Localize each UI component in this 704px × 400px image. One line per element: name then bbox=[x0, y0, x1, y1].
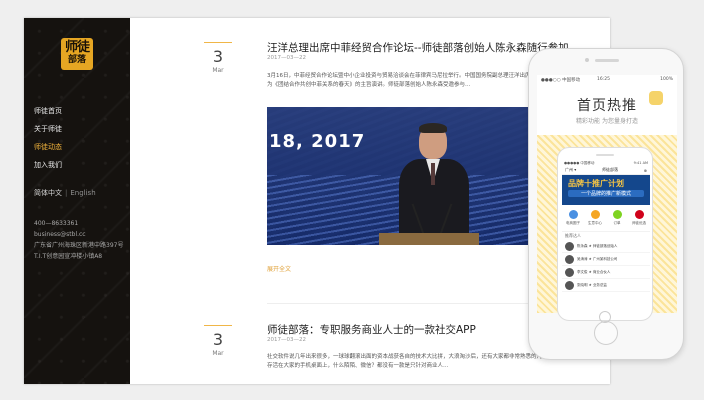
feature-label: 订单 bbox=[613, 221, 621, 225]
feature-label: 生意中心 bbox=[588, 221, 602, 225]
logo-text-bottom: 部落 bbox=[67, 55, 86, 65]
lang-english[interactable]: English bbox=[70, 189, 95, 197]
avatar bbox=[565, 280, 574, 290]
list-item-text: 吴涛涛 ★ 广州某科技公司 bbox=[577, 256, 618, 261]
inner-phone-speaker bbox=[596, 154, 614, 156]
post-excerpt: 3月16日，中菲经贸合作论坛暨中小企业投资与贸易洽谈会在菲律宾马尼拉举行。中国国… bbox=[267, 73, 564, 88]
contact-address-line2: T.I.T创意园宣冲楼小镇A8 bbox=[34, 253, 103, 260]
podium bbox=[379, 233, 479, 245]
inner-time: 9:41 AM bbox=[633, 161, 648, 165]
post-time: 2017—03—22 bbox=[267, 337, 306, 343]
speaker-tie bbox=[431, 163, 435, 185]
logo-text-top: 师徒 bbox=[64, 40, 90, 55]
photo-banner-text: 18, 2017 bbox=[269, 131, 366, 152]
list-item[interactable]: 吴涛涛 ★ 广州某科技公司 bbox=[562, 253, 650, 266]
feature-selection[interactable]: 师徒优选 bbox=[631, 210, 647, 226]
language-switcher: 简体中文 | English bbox=[34, 188, 96, 198]
post-title[interactable]: 汪洋总理出席中菲经贸合作论坛--师徒部落创始人陈永森随行参加 bbox=[267, 40, 569, 55]
inner-carrier: ●●●●● 中国移动 bbox=[564, 161, 595, 165]
app-title: 师徒部落 bbox=[601, 167, 618, 172]
post-time: 2017—03—22 bbox=[267, 55, 306, 61]
banner-tagline: 一个品牌的推广新模式 bbox=[568, 190, 644, 197]
status-time: 16:25 bbox=[597, 77, 610, 82]
post-title[interactable]: 师徒部落：专职服务商业人士的一款社交APP bbox=[267, 322, 476, 337]
carrier-signal: ●●●○○ 中国移动 bbox=[541, 78, 581, 83]
inner-phone-mockup: ●●●●● 中国移动 9:41 AM 广州 ▾ 师徒部落 ⊕ 品牌十推广计划 一… bbox=[557, 147, 653, 323]
phone-speaker bbox=[595, 59, 619, 62]
post-photo[interactable]: 18, 2017 bbox=[267, 107, 549, 245]
banner-headline: 品牌十推广计划 bbox=[568, 179, 624, 188]
read-more-link[interactable]: 展开全文 bbox=[267, 264, 291, 273]
list-item[interactable]: 张晓明 ★ 业务总监 bbox=[562, 279, 650, 292]
post-month: Mar bbox=[212, 67, 224, 74]
feature-orders[interactable]: 订单 bbox=[609, 210, 625, 226]
feature-ecommerce[interactable]: 电商圈子 bbox=[565, 210, 581, 226]
post-day: 3 bbox=[212, 330, 224, 349]
list-item-text: 李文俊 ★ 商业合伙人 bbox=[577, 269, 611, 274]
phone-camera bbox=[585, 58, 589, 62]
city-selector[interactable]: 广州 ▾ bbox=[565, 167, 576, 173]
contact-phone: 400—8633361 bbox=[34, 220, 79, 227]
speaker-hair bbox=[419, 123, 447, 133]
avatar bbox=[565, 241, 574, 251]
lang-chinese[interactable]: 简体中文 bbox=[34, 189, 62, 197]
list-item[interactable]: 李文俊 ★ 商业合伙人 bbox=[562, 266, 650, 279]
avatar bbox=[565, 254, 574, 264]
speaker-figure bbox=[399, 123, 469, 245]
phone-mockup: ●●●○○ 中国移动 16:25 100% 首页热推 精彩功能 为您量身打造 ●… bbox=[528, 48, 684, 360]
post-divider bbox=[267, 303, 567, 304]
nav-item-news[interactable]: 师徒动态 bbox=[34, 138, 62, 156]
section-heading: 推荐达人 bbox=[562, 231, 650, 240]
home-button[interactable] bbox=[594, 321, 618, 345]
desktop-site-mockup: 师徒 部落 师徒首页 关于师徒 师徒动态 加入我们 简体中文 | English 4… bbox=[24, 18, 610, 384]
list-item[interactable]: 陈永森 ★ 师徒部落创始人 bbox=[562, 240, 650, 253]
circle-icon bbox=[568, 210, 578, 219]
feature-icons: 电商圈子 生意中心 订单 师徒优选 bbox=[562, 205, 650, 231]
battery-level: 100% bbox=[660, 77, 673, 82]
list-item-text: 陈永森 ★ 师徒部落创始人 bbox=[577, 243, 618, 248]
circle-icon bbox=[634, 210, 644, 219]
avatar bbox=[565, 267, 574, 277]
sidebar: 师徒 部落 师徒首页 关于师徒 师徒动态 加入我们 简体中文 | English 4… bbox=[24, 18, 130, 384]
promo-banner[interactable]: 品牌十推广计划 一个品牌的推广新模式 bbox=[562, 175, 650, 205]
contact-address-line1: 广东省广州海珠区新港中路397号 bbox=[34, 242, 124, 249]
feature-label: 电商圈子 bbox=[566, 221, 580, 225]
circle-icon bbox=[612, 210, 622, 219]
inner-home-button bbox=[599, 311, 611, 323]
post-excerpt: 社交软件说几年出来很多，一球球翻滚出面的资本战获各自的技术大比拼，大浪淘沙后，还… bbox=[267, 354, 564, 369]
list-item-text: 张晓明 ★ 业务总监 bbox=[577, 282, 607, 287]
contact-info: 400—8633361 business@stbl.cc 广东省广州海珠区新港中… bbox=[34, 218, 123, 262]
feature-label: 师徒优选 bbox=[632, 221, 646, 225]
post-month: Mar bbox=[212, 350, 224, 357]
inner-app-nav: 广州 ▾ 师徒部落 ⊕ bbox=[562, 166, 650, 175]
circle-icon bbox=[590, 210, 600, 219]
feature-business[interactable]: 生意中心 bbox=[587, 210, 603, 226]
inner-phone-screen: ●●●●● 中国移动 9:41 AM 广州 ▾ 师徒部落 ⊕ 品牌十推广计划 一… bbox=[562, 160, 650, 310]
post-day: 3 bbox=[212, 47, 224, 66]
promo-canvas: 师徒 部落 师徒首页 关于师徒 师徒动态 加入我们 简体中文 | English 4… bbox=[0, 0, 704, 400]
nav-item-home[interactable]: 师徒首页 bbox=[34, 102, 62, 120]
nav-item-about[interactable]: 关于师徒 bbox=[34, 120, 62, 138]
post-date: 3 Mar bbox=[204, 42, 232, 74]
post-date: 3 Mar bbox=[204, 325, 232, 357]
sidebar-nav: 师徒首页 关于师徒 师徒动态 加入我们 bbox=[34, 102, 62, 174]
contact-email: business@stbl.cc bbox=[34, 231, 86, 238]
phone-status-bar: ●●●○○ 中国移动 16:25 100% bbox=[537, 75, 677, 84]
lang-separator: | bbox=[65, 189, 68, 197]
add-icon[interactable]: ⊕ bbox=[644, 168, 647, 173]
nav-item-join[interactable]: 加入我们 bbox=[34, 156, 62, 174]
site-logo[interactable]: 师徒 部落 bbox=[61, 38, 93, 70]
thumbs-up-icon bbox=[649, 91, 663, 105]
hot-promo-subtitle: 精彩功能 为您量身打造 bbox=[576, 118, 638, 125]
